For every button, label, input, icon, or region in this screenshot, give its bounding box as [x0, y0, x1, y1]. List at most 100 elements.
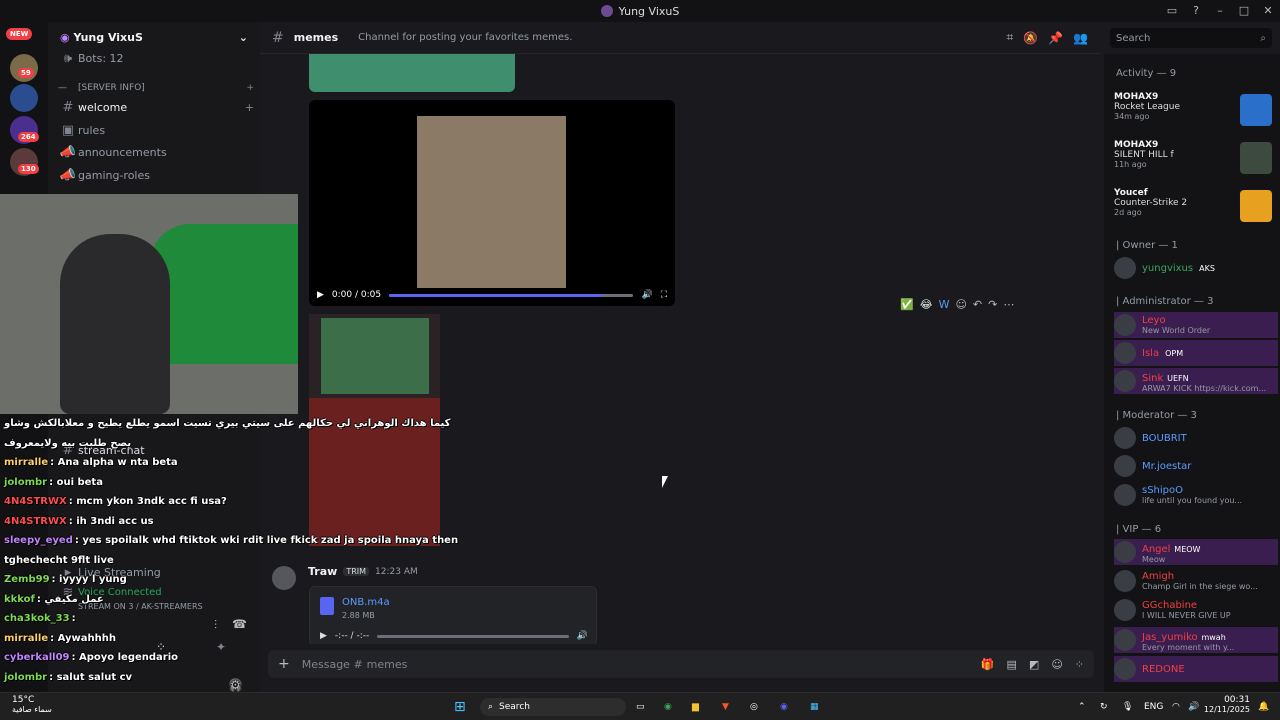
green-screen: [150, 224, 298, 364]
file-name[interactable]: ONB.m4a: [342, 597, 390, 608]
member-vip[interactable]: Angel MEOW Meow: [1114, 539, 1278, 565]
meme-image-gif[interactable]: [309, 314, 440, 546]
member-vip[interactable]: REDONE: [1114, 656, 1278, 682]
add-attachment-icon[interactable]: +: [278, 656, 290, 672]
activity-item[interactable]: MOHAX9 Rocket League 34m ago: [1114, 92, 1274, 134]
member-name: yungvixus: [1142, 262, 1194, 274]
close-button[interactable]: ✕: [1256, 0, 1280, 22]
server-icon[interactable]: [10, 84, 38, 112]
add-channel-icon[interactable]: +: [246, 83, 254, 93]
check-reaction-icon[interactable]: ✅: [900, 298, 914, 311]
avatar[interactable]: [272, 566, 296, 590]
settings-icon[interactable]: ⚙: [230, 678, 241, 692]
forward-icon[interactable]: ↷: [988, 298, 997, 311]
chat-separator: :: [49, 476, 57, 488]
mute-icon[interactable]: 🔕: [1023, 31, 1038, 45]
file-explorer-icon[interactable]: ▆: [692, 698, 699, 716]
channel-rules[interactable]: ▣ rules: [58, 120, 254, 140]
soundboard-icon[interactable]: ✦: [216, 640, 226, 654]
search-input[interactable]: Search ⌕: [1110, 28, 1272, 48]
disconnect-icon[interactable]: ☎: [232, 617, 247, 631]
threads-icon[interactable]: ⌗: [1006, 30, 1013, 45]
video-progress[interactable]: [389, 293, 634, 297]
activity-item[interactable]: MOHAX9 SILENT HILL f 11h ago: [1114, 140, 1274, 182]
windows-start-icon[interactable]: ⊞: [454, 698, 466, 716]
fullscreen-icon[interactable]: ⛶: [661, 290, 667, 300]
clock[interactable]: 00:31 12/11/2025: [1202, 695, 1250, 714]
channel-label: announcements: [78, 145, 167, 159]
w-reaction-icon[interactable]: W: [939, 298, 950, 311]
member-mod[interactable]: Mr.joestar: [1114, 453, 1278, 479]
wifi-icon[interactable]: ◠: [1172, 698, 1180, 716]
more-icon[interactable]: ⋯: [1003, 298, 1014, 311]
help-icon[interactable]: ?: [1184, 0, 1208, 22]
member-mod[interactable]: sShipoO life until you found you...: [1114, 482, 1278, 508]
video-frame: [417, 116, 566, 288]
emoji-icon[interactable]: ☺: [1051, 658, 1062, 671]
member-vip[interactable]: Amigh Champ Girl in the siege wo...: [1114, 568, 1278, 594]
member-name: Angel: [1142, 543, 1171, 555]
discord-icon[interactable]: ◉: [780, 698, 788, 716]
member-admin[interactable]: Leyo New World Order: [1114, 312, 1278, 338]
laugh-reaction-icon[interactable]: 😂: [920, 298, 933, 311]
language-indicator[interactable]: ENG: [1144, 698, 1163, 716]
avatar: [1114, 314, 1136, 336]
activity-item[interactable]: Youcef Counter-Strike 2 2d ago: [1114, 188, 1274, 230]
inbox-icon[interactable]: ▭: [1160, 0, 1184, 22]
weather-widget[interactable]: 15°C سماء صافية: [12, 695, 52, 714]
member-owner[interactable]: yungvixus AKS: [1114, 255, 1278, 281]
add-reaction-icon[interactable]: ☺: [955, 298, 966, 311]
channel-announcements[interactable]: 📣 announcements: [58, 142, 254, 162]
member-admin[interactable]: Sink UEFN ARWA7 KICK https://kick.com...: [1114, 368, 1278, 394]
server-badge: 59: [18, 68, 34, 78]
maximize-button[interactable]: □: [1232, 0, 1256, 22]
mic-icon[interactable]: 🎙: [1122, 698, 1133, 716]
channel-topic[interactable]: Channel for posting your favorites memes…: [358, 32, 572, 43]
play-icon[interactable]: ▶: [320, 631, 327, 641]
sticker-icon[interactable]: ◩: [1029, 658, 1039, 671]
chat-text: يصح طلبت بيه ولايمعروف: [4, 437, 132, 449]
tray-overflow-icon[interactable]: ⌃: [1078, 698, 1086, 716]
brave-icon[interactable]: ▼: [722, 698, 729, 716]
volume-icon[interactable]: 🔊: [641, 290, 652, 300]
game-thumbnail: [1240, 190, 1272, 222]
notification-bell-icon[interactable]: 🔔: [1258, 698, 1269, 716]
meme-image-top[interactable]: [309, 54, 515, 92]
channel-gaming-roles[interactable]: 📣 gaming-roles: [58, 165, 254, 185]
member-mod[interactable]: BOUBRIT: [1114, 425, 1278, 451]
member-admin[interactable]: Isla OPM: [1114, 340, 1278, 366]
chrome-icon[interactable]: ◉: [664, 698, 672, 716]
chat-line: Zemb99: iyyyy l yung: [4, 574, 127, 585]
waveform-icon[interactable]: ⫶: [214, 618, 217, 633]
gif-icon[interactable]: ▤: [1007, 658, 1017, 671]
chat-username: 4N4STRWX: [4, 496, 67, 507]
server-icon: ◉: [60, 30, 74, 44]
channel-welcome[interactable]: # welcome +: [58, 97, 254, 117]
volume-icon[interactable]: 🔊: [1188, 698, 1199, 716]
gift-icon[interactable]: 🎁: [981, 658, 995, 671]
members-icon[interactable]: 👥: [1073, 31, 1088, 45]
member-vip[interactable]: GGchabine I WILL NEVER GIVE UP: [1114, 597, 1278, 623]
member-vip[interactable]: Jas_yumiko mwah Every moment with y...: [1114, 627, 1278, 653]
message-composer[interactable]: + Message # memes 🎁 ▤ ◩ ☺ ⁘: [268, 650, 1094, 678]
apps-icon[interactable]: ⁘: [1075, 658, 1084, 671]
volume-icon[interactable]: 🔊: [577, 631, 588, 641]
search-placeholder: Search: [1116, 32, 1151, 44]
category-server-info[interactable]: — [SERVER INFO] +: [58, 78, 254, 98]
steam-icon[interactable]: ◎: [750, 698, 758, 716]
taskbar-search[interactable]: ⌕ Search: [480, 698, 626, 716]
add-member-icon[interactable]: +: [245, 101, 254, 114]
calculator-icon[interactable]: ▦: [810, 698, 819, 716]
chat-separator: :: [71, 613, 76, 624]
message-author[interactable]: Traw: [308, 565, 337, 578]
minimize-button[interactable]: –: [1208, 0, 1232, 22]
channel-label: rules: [78, 123, 106, 137]
play-icon[interactable]: ▶: [317, 290, 324, 300]
chat-username: sleepy_eyed: [4, 535, 73, 546]
audio-progress[interactable]: [377, 634, 569, 638]
reply-icon[interactable]: ↶: [973, 298, 982, 311]
task-view-icon[interactable]: ▭: [636, 698, 645, 716]
video-player[interactable]: ▶ 0:00 / 0:05 🔊 ⛶: [309, 100, 675, 306]
network-icon[interactable]: ↻: [1100, 698, 1108, 716]
pin-icon[interactable]: 📌: [1048, 31, 1063, 45]
